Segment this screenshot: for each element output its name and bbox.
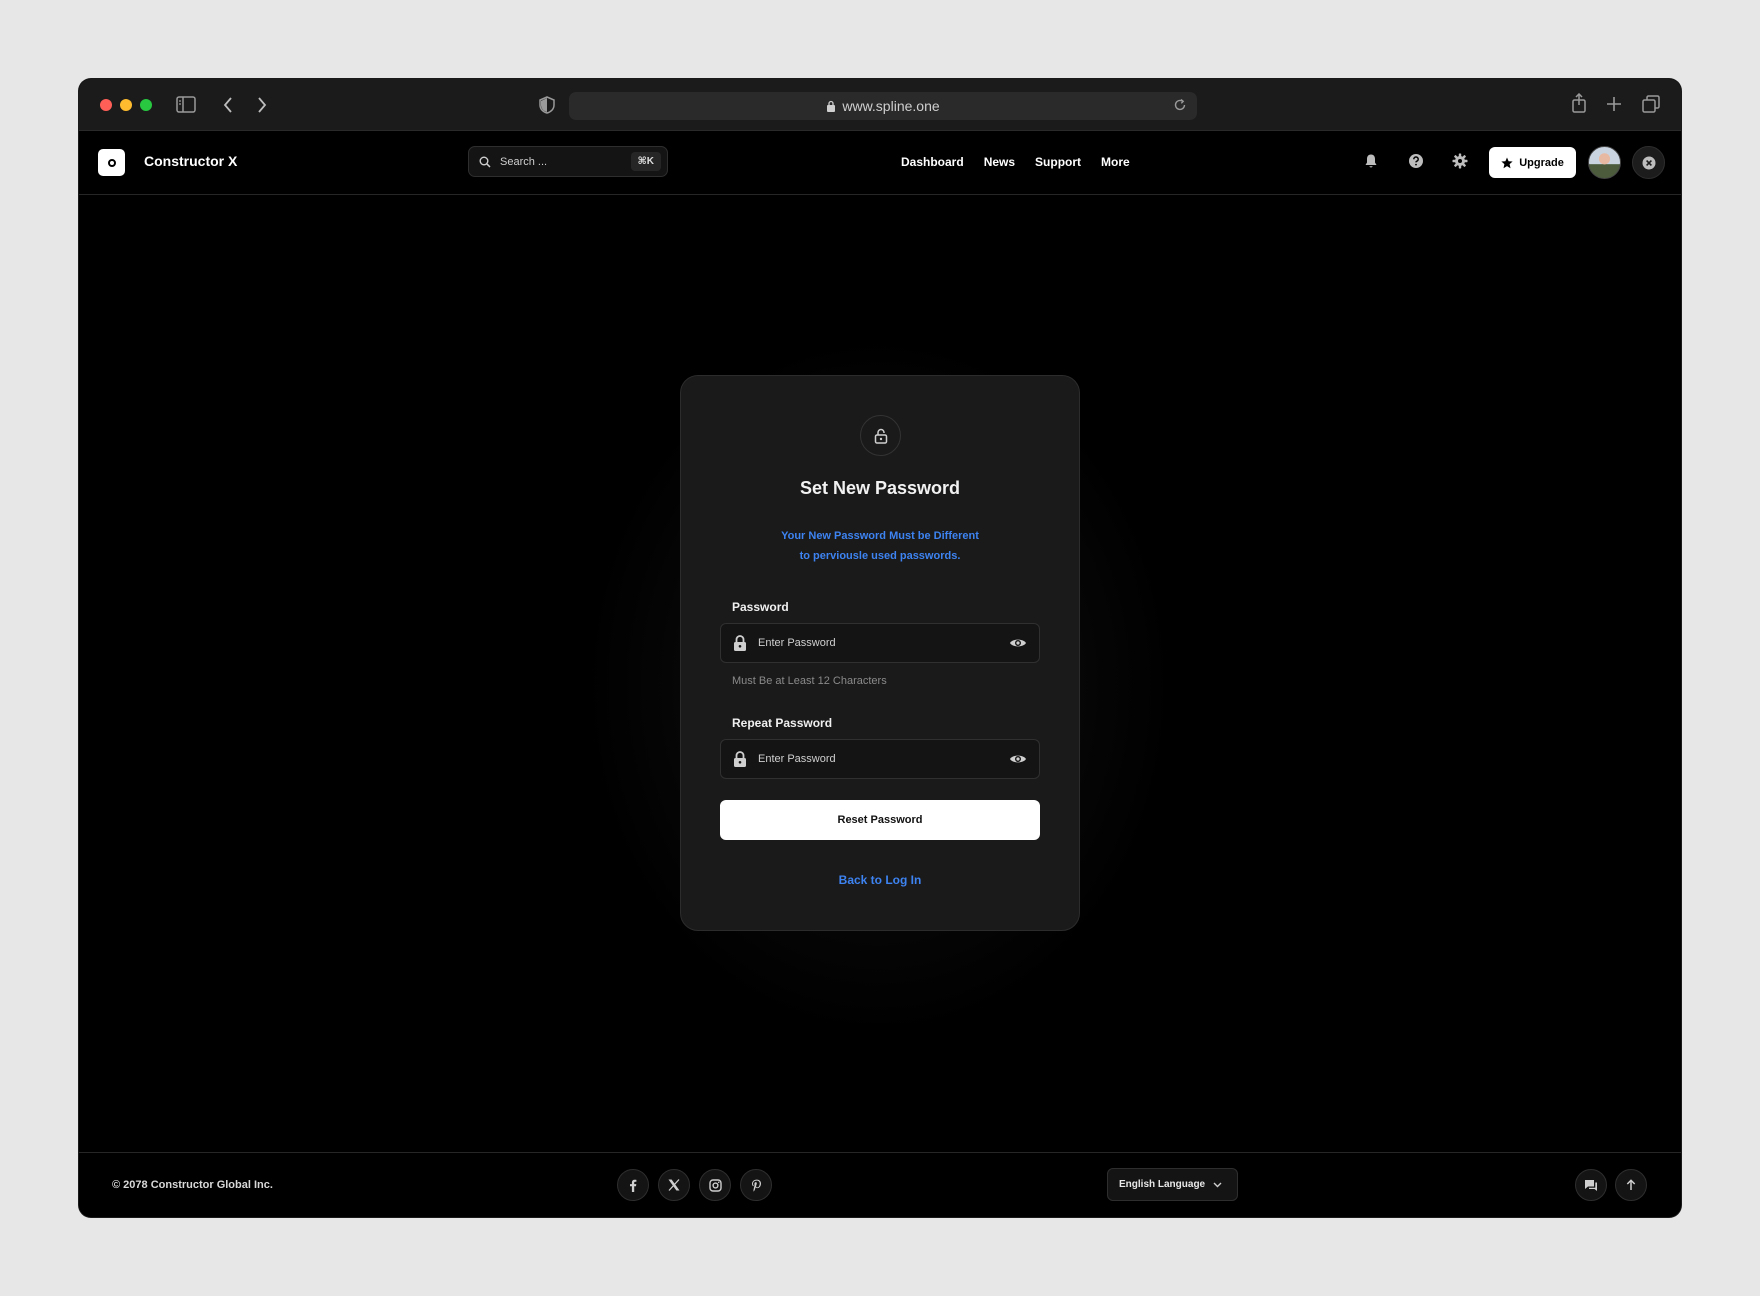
social-links (617, 1169, 772, 1201)
password-label: Password (732, 600, 789, 614)
minimize-window-button[interactable] (120, 99, 132, 111)
chat-icon (1584, 1179, 1598, 1192)
gear-icon[interactable] (1452, 153, 1468, 169)
chevron-down-icon (1213, 1182, 1222, 1188)
close-icon (1642, 156, 1656, 170)
reset-password-card: Set New Password Your New Password Must … (680, 375, 1080, 931)
url-text: www.spline.one (842, 98, 940, 114)
card-subtitle: Your New Password Must be Different to p… (681, 526, 1079, 566)
app-footer: © 2078 Constructor Global Inc. English L… (79, 1152, 1681, 1217)
lock-icon (733, 751, 747, 767)
main-nav: Dashboard News Support More (901, 155, 1150, 169)
sidebar-toggle-icon[interactable] (176, 96, 196, 118)
password-field[interactable] (720, 623, 1040, 663)
nav-dashboard[interactable]: Dashboard (901, 155, 964, 169)
browser-window: www.spline.one Constructor X Search ... … (79, 79, 1681, 1217)
back-to-login-link[interactable]: Back to Log In (681, 873, 1079, 887)
browser-toolbar: www.spline.one (79, 79, 1681, 131)
share-icon[interactable] (1571, 92, 1587, 118)
back-arrow-icon[interactable] (222, 96, 234, 119)
repeat-password-label: Repeat Password (732, 716, 833, 730)
upgrade-button[interactable]: Upgrade (1489, 147, 1576, 178)
search-icon (479, 156, 491, 168)
maximize-window-button[interactable] (140, 99, 152, 111)
eye-icon[interactable] (1009, 636, 1027, 650)
brand-logo[interactable] (98, 149, 125, 176)
bell-icon[interactable] (1364, 153, 1378, 169)
eye-icon[interactable] (1009, 752, 1027, 766)
app-header: Constructor X Search ... ⌘K Dashboard Ne… (79, 131, 1681, 195)
lock-icon (826, 100, 836, 112)
nav-news[interactable]: News (984, 155, 1015, 169)
address-bar[interactable]: www.spline.one (569, 92, 1197, 120)
tab-overview-icon[interactable] (1642, 95, 1660, 118)
reload-icon[interactable] (1173, 98, 1187, 112)
arrow-up-icon (1626, 1179, 1636, 1191)
repeat-password-input[interactable] (758, 753, 988, 765)
new-tab-icon[interactable] (1606, 96, 1622, 117)
search-shortcut-badge: ⌘K (630, 152, 661, 171)
chat-button[interactable] (1575, 1169, 1607, 1201)
help-icon[interactable] (1408, 153, 1424, 169)
scroll-top-button[interactable] (1615, 1169, 1647, 1201)
close-button[interactable] (1632, 146, 1665, 179)
main-content: Set New Password Your New Password Must … (79, 196, 1681, 1152)
lock-icon (733, 635, 747, 651)
user-avatar[interactable] (1588, 146, 1621, 179)
instagram-icon[interactable] (699, 1169, 731, 1201)
search-placeholder: Search ... (500, 155, 548, 168)
facebook-icon[interactable] (617, 1169, 649, 1201)
password-input[interactable] (758, 637, 988, 649)
close-window-button[interactable] (100, 99, 112, 111)
language-select[interactable]: English Language (1107, 1168, 1238, 1201)
window-controls (100, 99, 152, 111)
star-icon (1501, 157, 1513, 169)
x-icon[interactable] (658, 1169, 690, 1201)
brand-name: Constructor X (144, 153, 238, 169)
shield-icon[interactable] (539, 96, 555, 119)
subtitle-line-2: to perviousle used passwords. (799, 550, 961, 562)
repeat-password-field[interactable] (720, 739, 1040, 779)
nav-more[interactable]: More (1101, 155, 1130, 169)
reset-password-button[interactable]: Reset Password (720, 800, 1040, 840)
pinterest-icon[interactable] (740, 1169, 772, 1201)
nav-support[interactable]: Support (1035, 155, 1081, 169)
card-title: Set New Password (799, 478, 961, 498)
password-hint: Must Be at Least 12 Characters (732, 675, 887, 687)
forward-arrow-icon[interactable] (256, 96, 268, 119)
language-label: English Language (1119, 1179, 1206, 1190)
upgrade-label: Upgrade (1519, 156, 1564, 169)
unlock-icon (860, 415, 901, 456)
copyright-text: © 2078 Constructor Global Inc. (112, 1179, 273, 1191)
subtitle-line-1: Your New Password Must be Different (781, 530, 979, 542)
search-input[interactable]: Search ... ⌘K (468, 146, 668, 177)
